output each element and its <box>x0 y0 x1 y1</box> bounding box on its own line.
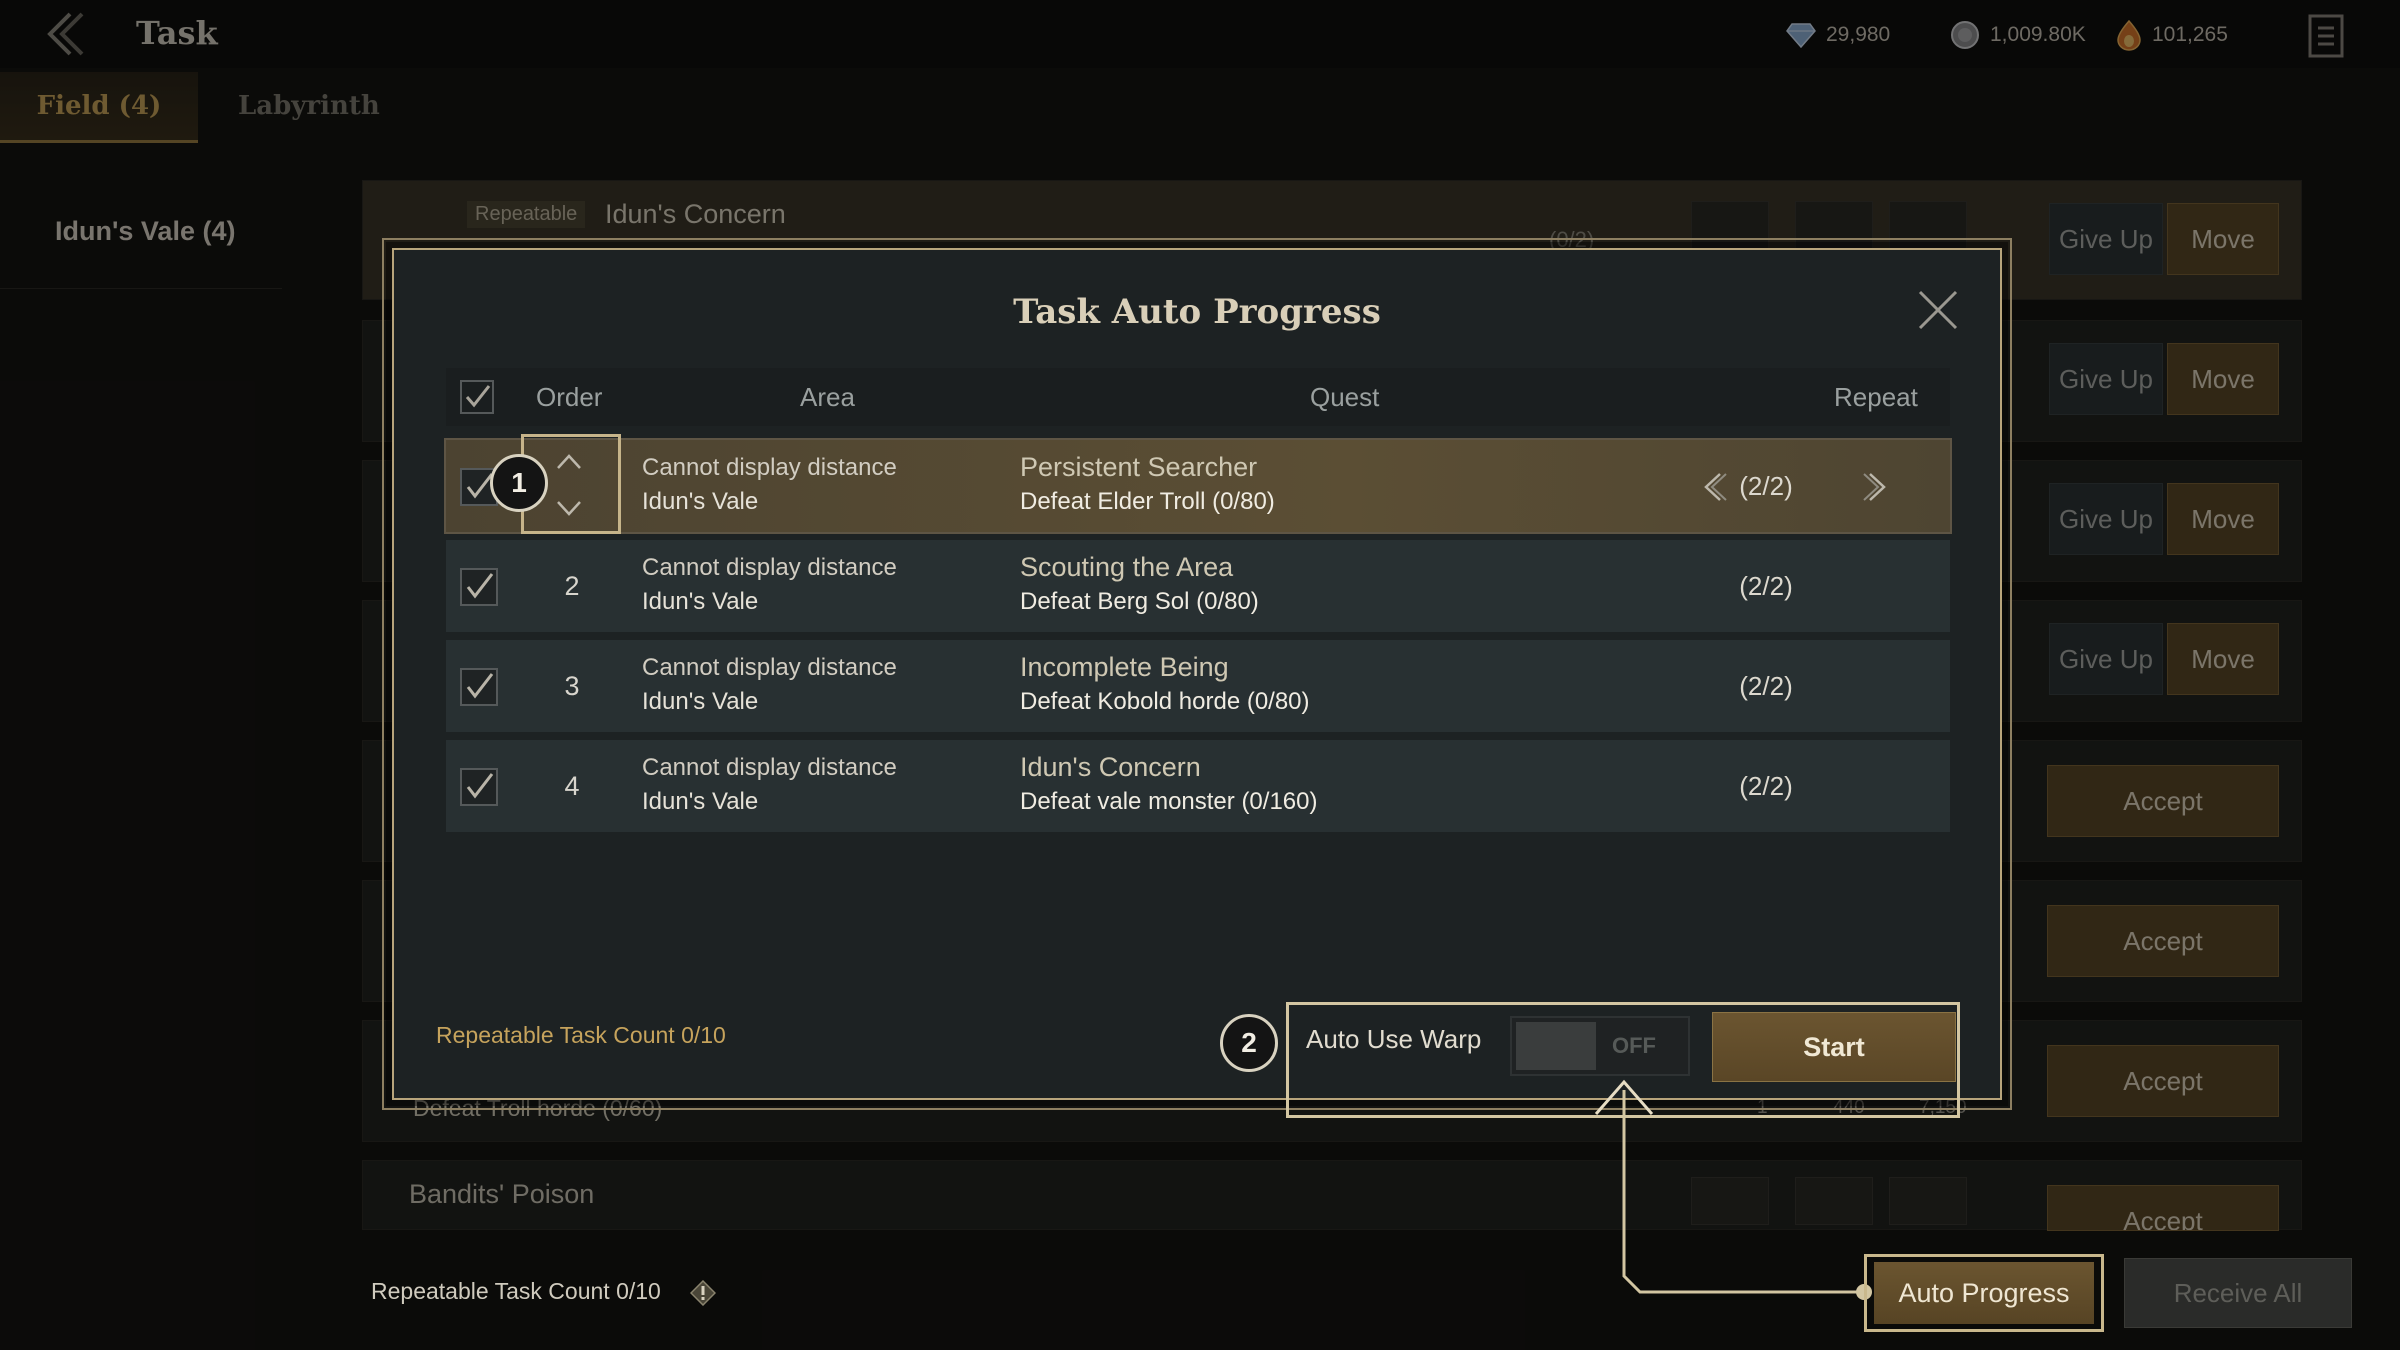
table-row[interactable]: Cannot display distance Idun's Vale Pers… <box>444 438 1952 534</box>
callout-1: 1 <box>490 454 548 512</box>
column-area: Area <box>800 382 855 412</box>
info-icon[interactable] <box>690 1280 716 1306</box>
row-quest-title: Persistent Searcher <box>1020 452 1258 482</box>
column-repeat: Repeat <box>1834 382 1918 412</box>
row-checkbox[interactable] <box>460 768 498 806</box>
auto-progress-button[interactable]: Auto Progress <box>1874 1262 2094 1324</box>
column-quest: Quest <box>1310 382 1380 412</box>
row-order: 2 <box>564 571 580 601</box>
table-row[interactable]: 2 Cannot display distance Idun's Vale Sc… <box>446 540 1950 632</box>
check-icon <box>466 573 494 599</box>
row-checkbox[interactable] <box>460 668 498 706</box>
select-all-checkbox[interactable] <box>460 380 494 414</box>
row-quest-objective: Defeat Elder Troll (0/80) <box>1020 488 1275 515</box>
table-row[interactable]: 4 Cannot display distance Idun's Vale Id… <box>446 740 1950 832</box>
row-area: Idun's Vale <box>642 588 759 615</box>
row-repeat: (2/2) <box>1739 671 1793 701</box>
row-quest-objective: Defeat vale monster (0/160) <box>1020 788 1318 815</box>
toggle-state: OFF <box>1612 1033 1656 1058</box>
receive-all-button[interactable]: Receive All <box>2124 1258 2352 1328</box>
row-area: Idun's Vale <box>642 788 759 815</box>
row-checkbox[interactable] <box>460 568 498 606</box>
row-quest-title: Incomplete Being <box>1020 652 1229 682</box>
check-icon <box>466 773 494 799</box>
row-order: 4 <box>564 771 580 801</box>
start-button[interactable]: Start <box>1712 1012 1956 1082</box>
row-quest-objective: Defeat Berg Sol (0/80) <box>1020 588 1259 615</box>
row-repeat: (2/2) <box>1739 771 1793 801</box>
row-quest-title: Scouting the Area <box>1020 552 1234 582</box>
row-area: Idun's Vale <box>642 688 759 715</box>
row-distance: Cannot display distance <box>642 454 897 481</box>
repeatable-task-count-footer: Repeatable Task Count 0/10 <box>371 1278 661 1304</box>
row-area: Idun's Vale <box>642 488 759 515</box>
row-repeat: (2/2) <box>1739 471 1793 501</box>
callout-2: 2 <box>1220 1014 1278 1072</box>
table-row[interactable]: 3 Cannot display distance Idun's Vale In… <box>446 640 1950 732</box>
table-header: Order Area Quest Repeat <box>446 368 1950 426</box>
dialog-title: Task Auto Progress <box>1013 292 1381 332</box>
row-distance: Cannot display distance <box>642 754 897 781</box>
row-quest-objective: Defeat Kobold horde (0/80) <box>1020 688 1310 715</box>
check-icon <box>466 673 494 699</box>
chevron-right-icon[interactable] <box>1862 470 1892 504</box>
repeatable-task-count: Repeatable Task Count 0/10 <box>436 1022 726 1048</box>
row-order: 3 <box>564 671 580 701</box>
column-order: Order <box>536 382 603 412</box>
auto-use-warp-label: Auto Use Warp <box>1306 1024 1482 1054</box>
row-distance: Cannot display distance <box>642 554 897 581</box>
toggle-knob <box>1516 1022 1596 1070</box>
check-icon <box>465 385 491 408</box>
row-quest-title: Idun's Concern <box>1020 752 1201 782</box>
auto-progress-dialog: Task Auto Progress Order Area Quest Repe… <box>382 238 2012 1118</box>
auto-use-warp-toggle[interactable]: OFF <box>1510 1016 1690 1076</box>
row-distance: Cannot display distance <box>642 654 897 681</box>
close-icon[interactable] <box>1916 288 1960 332</box>
row-repeat: (2/2) <box>1739 571 1793 601</box>
